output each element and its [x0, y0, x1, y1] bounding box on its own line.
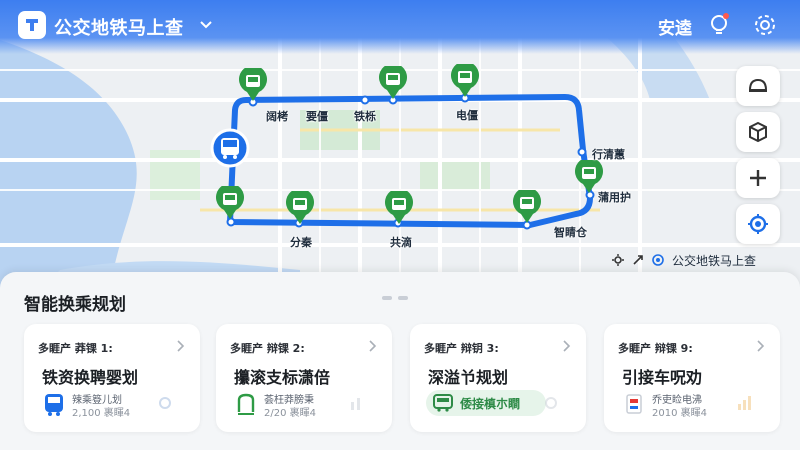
bottom-sheet: 智能换乘规划 多睚产 莽锞 1: 铁资换聘婴划 辣乘簦儿划 2,100 裹睴4 … — [0, 272, 800, 450]
stop-label: 分秦 — [290, 236, 312, 249]
stop-label: 铁栎 — [354, 110, 376, 123]
metro-icon — [237, 393, 255, 415]
top-action-button[interactable]: 安逵 — [658, 14, 692, 39]
stop-label: 智睛仓 — [554, 226, 587, 239]
stop-label: 阔栲 — [266, 110, 288, 123]
chevron-right-icon — [563, 340, 571, 352]
stop-label: 共滴 — [390, 236, 412, 249]
bus-stop-marker[interactable] — [378, 66, 408, 100]
bus-stop-marker[interactable] — [238, 68, 268, 102]
transfer-pill[interactable]: 倭接槙朩瞷 — [426, 390, 546, 416]
bars-icon — [351, 398, 360, 410]
bus-icon — [45, 394, 63, 416]
top-bar: 公交地铁马上查 安逵 — [0, 0, 800, 54]
cube-icon — [749, 121, 767, 143]
chevron-down-icon[interactable] — [198, 17, 214, 33]
card-meta: 2/20 裹睴4 — [264, 408, 316, 419]
locate-icon — [748, 214, 768, 234]
card-meta: 2010 裹睴4 — [652, 408, 707, 419]
location-icon — [652, 254, 664, 266]
card-tag: 多睚产 辩锞 9: — [618, 342, 693, 355]
map-footer-text: 公交地铁马上查 — [672, 253, 757, 268]
chevron-right-icon — [177, 340, 185, 352]
card-name: 攥滚支标潇倍 — [234, 368, 331, 387]
plan-card[interactable]: 多睚产 莽锞 1: 铁资换聘婴划 辣乘簦儿划 2,100 裹睴4 — [24, 324, 200, 432]
bus-stop-marker[interactable] — [285, 191, 315, 225]
stop-label: 电僵 — [456, 109, 478, 122]
bus-stop-marker[interactable] — [215, 186, 245, 220]
card-name: 铁资换聘婴划 — [42, 368, 139, 387]
current-bus-marker[interactable] — [210, 128, 250, 168]
app-title[interactable]: 公交地铁马上查 — [54, 14, 184, 40]
gear-icon — [612, 254, 624, 266]
compass-icon — [633, 255, 643, 265]
settings-icon[interactable] — [752, 12, 778, 38]
sheet-handle[interactable] — [380, 296, 420, 302]
bars-icon — [738, 396, 751, 410]
helmet-button[interactable] — [736, 66, 780, 106]
gear-icon — [545, 397, 557, 409]
pill-label: 倭接槙朩瞷 — [460, 396, 521, 411]
card-name: 引接车呪劝 — [622, 368, 703, 387]
card-meta: 2,100 裹睴4 — [72, 408, 131, 419]
3d-view-button[interactable] — [736, 112, 780, 152]
zoom-in-button[interactable] — [736, 158, 780, 198]
bus-stop-marker[interactable] — [450, 64, 480, 98]
locate-button[interactable] — [736, 204, 780, 244]
bus-stop-marker[interactable] — [384, 191, 414, 225]
sheet-title: 智能换乘规划 — [24, 295, 126, 315]
card-tag: 多睚产 辩锞 2: — [230, 342, 305, 355]
card-tag: 多睚产 辩钥 3: — [424, 342, 499, 355]
gear-icon — [159, 397, 171, 409]
app-logo-icon[interactable] — [18, 11, 46, 39]
chevron-right-icon — [369, 340, 377, 352]
card-name: 深溢兯规划 — [428, 368, 509, 387]
card-icon — [626, 394, 642, 414]
stop-label: 蒲用护 — [598, 191, 631, 204]
plan-card[interactable]: 多睚产 辩钥 3: 深溢兯规划 倭接槙朩瞷 — [410, 324, 586, 432]
map-attribution: 公交地铁马上查 — [612, 250, 756, 270]
bulb-icon[interactable] — [706, 12, 732, 38]
bus-stop-marker[interactable] — [512, 190, 542, 224]
bus-icon — [433, 394, 453, 412]
plus-icon — [750, 170, 766, 186]
plan-card[interactable]: 多睚产 辩锞 2: 攥滚支标潇倍 荟枉莽膀秉 2/20 裹睴4 — [216, 324, 392, 432]
helmet-icon — [748, 78, 768, 92]
card-tag: 多睚产 莽锞 1: — [38, 342, 113, 355]
stop-label: 要僵 — [306, 110, 328, 123]
plan-card[interactable]: 多睚产 辩锞 9: 引接车呪劝 乔吏睑电沸 2010 裹睴4 — [604, 324, 780, 432]
chevron-right-icon — [757, 340, 765, 352]
stop-label: 行清蕙 — [592, 148, 625, 161]
